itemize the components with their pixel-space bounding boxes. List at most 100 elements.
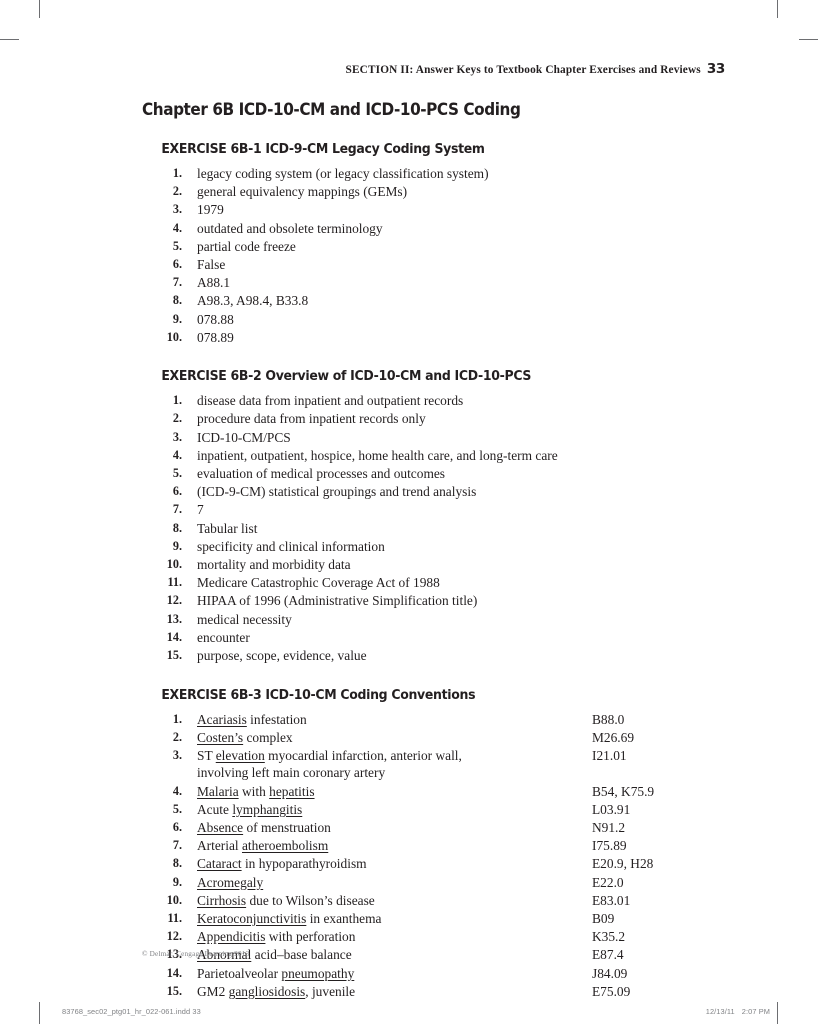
running-head: SECTION II: Answer Keys to Textbook Chap… — [0, 60, 726, 78]
answer-number: 10. — [166, 892, 182, 907]
answer-text: 078.89 — [197, 329, 234, 345]
crop-mark-bottom-right-vertical — [777, 1002, 779, 1024]
answer-number: 2. — [172, 729, 182, 744]
answer-text: mortality and morbidity data — [197, 556, 351, 572]
answer-item: 12. HIPAA of 1996 (Administrative Simplif… — [142, 592, 742, 610]
answer-number: 14. — [166, 629, 182, 644]
answer-text: A98.3, A98.4, B33.8 — [197, 293, 309, 309]
answer-number: 8. — [172, 520, 182, 535]
answer-text: ST elevation myocardial infarction, ante… — [197, 747, 462, 781]
answer-text: legacy coding system (or legacy classifi… — [197, 166, 489, 181]
answer-number: 1. — [172, 166, 182, 180]
answer-text: partial code freeze — [197, 238, 296, 254]
exercise-title: EXERCISE 6B-2 Overview of ICD-10-CM and … — [161, 368, 532, 385]
answer-number: 15. — [166, 647, 182, 662]
answer-number: 7. — [172, 502, 182, 517]
icd-code: E22.0 — [592, 874, 624, 890]
answer-text: Parietoalveolar pneumopathy — [197, 965, 355, 981]
exercise-block: EXERCISE 6B-2 Overview of ICD-10-CM and … — [142, 368, 742, 664]
answer-text: medical necessity — [197, 611, 292, 627]
answer-item: 4. outdated and obsolete terminology — [142, 220, 742, 238]
answer-number: 2. — [172, 411, 182, 426]
answer-text: A88.1 — [197, 275, 231, 291]
print-timestamp: 12/13/11 2:07 PM — [706, 1007, 770, 1016]
answer-text: 1979 — [197, 202, 224, 218]
icd-code: K35.2 — [592, 929, 626, 945]
answer-text: Keratoconjunctivitis in exanthema — [197, 910, 382, 926]
answer-item: 7. 7 — [142, 501, 742, 519]
answer-number: 15. — [166, 983, 182, 998]
answer-number: 6. — [172, 256, 182, 271]
answer-item: 9. 078.88 — [142, 311, 742, 329]
exercise-title: EXERCISE 6B-3 ICD-10-CM Coding Conventio… — [161, 686, 476, 703]
answer-text: Absence of menstruation — [197, 820, 331, 836]
answer-number: 11. — [167, 575, 182, 590]
icd-code: E87.4 — [592, 947, 624, 963]
icd-code: L03.91 — [592, 801, 631, 817]
icd-code: N91.2 — [592, 820, 626, 836]
answer-item: 8. Cataract in hypoparathyroidism E20.9, H… — [142, 855, 742, 873]
answer-text: general equivalency mappings (GEMs) — [197, 184, 408, 200]
answer-text: Cataract in hypoparathyroidism — [197, 856, 367, 872]
answer-item: 7. A88.1 — [142, 274, 742, 292]
answer-number: 10. — [166, 556, 182, 571]
answer-item: 12. Appendicitis with perforation K35.2 — [142, 928, 742, 946]
crop-mark-top-left-horizontal — [0, 39, 19, 41]
icd-code: M26.69 — [592, 729, 635, 745]
answer-item: 14. encounter — [142, 629, 742, 647]
answer-item: 10. mortality and morbidity data — [142, 556, 742, 574]
answer-text: (ICD-9-CM) statistical groupings and tre… — [197, 484, 477, 500]
answer-text: disease data from inpatient and outpatie… — [197, 393, 464, 409]
answer-number: 8. — [172, 856, 182, 871]
icd-code: B09 — [592, 910, 615, 926]
answer-number: 3. — [172, 429, 182, 444]
answer-item: 5. evaluation of medical processes and ou… — [142, 465, 742, 483]
crop-mark-top-right-vertical — [777, 0, 779, 18]
answer-item: 5. partial code freeze — [142, 238, 742, 256]
answer-number: 5. — [172, 466, 182, 481]
crop-mark-top-left-vertical — [39, 0, 41, 18]
answer-number: 9. — [172, 311, 182, 326]
answer-item: 2. procedure data from inpatient records … — [142, 410, 742, 428]
answer-text: GM2 gangliosidosis, juvenile — [197, 983, 356, 999]
answer-number: 4. — [172, 220, 182, 235]
answer-list: 1. legacy coding system (or legacy classi… — [142, 165, 742, 346]
answer-number: 8. — [172, 293, 182, 308]
answer-number: 7. — [172, 838, 182, 853]
answer-number: 4. — [172, 783, 182, 798]
answer-number: 10. — [166, 329, 182, 344]
answer-item: 4. Malaria with hepatitis B54, K75.9 — [142, 783, 742, 801]
answer-number: 12. — [166, 593, 182, 608]
answer-number: 13. — [166, 611, 182, 626]
answer-text: Acromegaly — [197, 874, 264, 890]
answer-number: 1. — [172, 711, 182, 726]
answer-text: purpose, scope, evidence, value — [197, 647, 367, 663]
answer-text: Arterial atheroembolism — [197, 838, 329, 854]
answer-text: Malaria with hepatitis — [197, 783, 315, 799]
answer-text: evaluation of medical processes and outc… — [197, 466, 446, 482]
answer-list: 1. disease data from inpatient and outpat… — [142, 392, 742, 664]
answer-number: 6. — [172, 484, 182, 499]
answer-item: 3. ST elevation myocardial infarction, an… — [142, 747, 742, 782]
print-time: 2:07 PM — [741, 1007, 770, 1016]
answer-text: Costen’s complex — [197, 729, 293, 745]
answer-item: 2. general equivalency mappings (GEMs) — [142, 183, 742, 201]
answer-text: 078.88 — [197, 311, 234, 327]
icd-code: E75.09 — [592, 983, 631, 999]
answer-item: 1. legacy coding system (or legacy classi… — [142, 165, 742, 183]
answer-item: 2. Costen’s complex M26.69 — [142, 729, 742, 747]
answer-number: 6. — [172, 820, 182, 835]
icd-code: E20.9, H28 — [592, 856, 654, 872]
answer-item: 8. A98.3, A98.4, B33.8 — [142, 292, 742, 310]
answer-text: False — [197, 256, 226, 272]
copyright-notice: © Delmar, Cengage Learning 2013 — [142, 950, 250, 958]
answer-number: 14. — [166, 965, 182, 980]
answer-item: 13. medical necessity — [142, 611, 742, 629]
answer-text: outdated and obsolete terminology — [197, 220, 383, 236]
icd-code: I75.89 — [592, 838, 627, 854]
answer-text: procedure data from inpatient records on… — [197, 411, 426, 427]
answer-item: 11. Keratoconjunctivitis in exanthema B09 — [142, 910, 742, 928]
answer-item: 10. 078.89 — [142, 329, 742, 347]
answer-item: 1. disease data from inpatient and outpat… — [142, 392, 742, 410]
answer-item: 10. Cirrhosis due to Wilson’s disease E83.… — [142, 892, 742, 910]
